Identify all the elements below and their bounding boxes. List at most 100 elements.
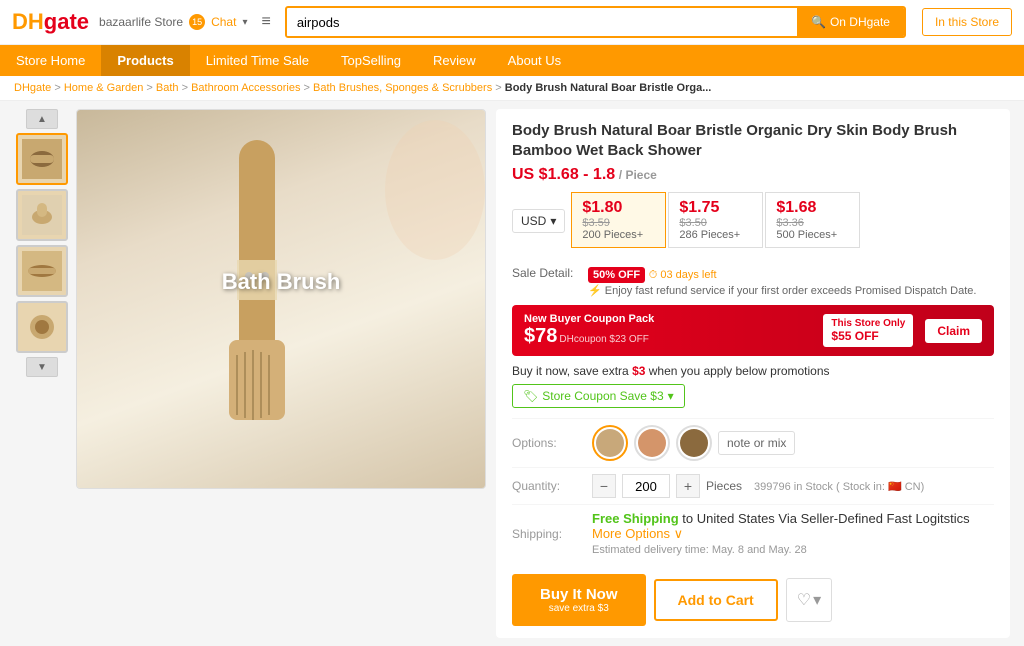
buy-now-button[interactable]: Buy It Now save extra $3	[512, 574, 646, 626]
refund-note: ⚡ Enjoy fast refund service if your firs…	[588, 284, 976, 297]
options-label: Options:	[512, 436, 582, 450]
nav-products[interactable]: Products	[101, 45, 189, 76]
wishlist-dropdown-icon: ▾	[813, 590, 821, 610]
price-tier-3[interactable]: $1.68 $3.36 500 Pieces+	[765, 192, 860, 248]
sale-label: Sale Detail:	[512, 266, 582, 280]
thumbnail-list: ▲ ▼	[14, 109, 70, 638]
option-color-1	[596, 429, 624, 457]
shipping-destination: to United States Via Seller-Defined Fast…	[682, 511, 969, 526]
quantity-label: Quantity:	[512, 479, 582, 493]
breadcrumb-home-garden[interactable]: Home & Garden	[64, 82, 143, 94]
nav-top-selling[interactable]: TopSelling	[325, 45, 417, 76]
search-store-button[interactable]: In this Store	[922, 8, 1012, 36]
price-tiers: $1.80 $3.59 200 Pieces+ $1.75 $3.50 286 …	[571, 192, 860, 248]
currency-selector[interactable]: USD ▾	[512, 209, 565, 233]
sale-discount-badge: 50% OFF	[588, 267, 645, 283]
dropdown-icon[interactable]: ▾	[242, 17, 247, 28]
currency-dropdown-icon: ▾	[550, 214, 556, 228]
quantity-increase-button[interactable]: +	[676, 474, 700, 498]
store-coupon-button[interactable]: 🏷 Store Coupon Save $3 ▾	[512, 384, 685, 408]
option-color-2	[638, 429, 666, 457]
quantity-unit: Pieces	[706, 479, 742, 493]
coupon-dhcoupon: DHcoupon $23 OFF	[559, 334, 649, 345]
breadcrumb-bathroom-accessories[interactable]: Bathroom Accessories	[191, 82, 300, 94]
shipping-info: Free Shipping to United States Via Selle…	[592, 511, 994, 556]
quantity-input[interactable]	[622, 474, 670, 498]
thumb-nav-up[interactable]: ▲	[26, 109, 58, 129]
tier-2-original: $3.50	[679, 217, 752, 229]
product-info-panel: Body Brush Natural Boar Bristle Organic …	[496, 109, 1010, 638]
option-color-3	[680, 429, 708, 457]
logo-gate: gate	[44, 9, 89, 34]
search-input[interactable]	[287, 9, 797, 36]
sale-detail-row: Sale Detail: 50% OFF ⏱ 03 days left ⚡ En…	[512, 266, 994, 297]
quantity-controls: − + Pieces 399796 in Stock ( Stock in: 🇨…	[592, 474, 924, 498]
price-unit: / Piece	[619, 168, 657, 182]
tier-2-price: $1.75	[679, 199, 752, 217]
breadcrumb-bath[interactable]: Bath	[156, 82, 179, 94]
wishlist-button[interactable]: ♡ ▾	[786, 578, 832, 622]
option-note-or-mix[interactable]: note or mix	[718, 431, 795, 455]
breadcrumb-bath-brushes[interactable]: Bath Brushes, Sponges & Scrubbers	[313, 82, 492, 94]
coupon-claim-button[interactable]: Claim	[925, 319, 982, 343]
coupon-title: New Buyer Coupon Pack	[524, 313, 654, 325]
refund-icon: ⚡	[588, 285, 602, 297]
quantity-decrease-button[interactable]: −	[592, 474, 616, 498]
nav-review[interactable]: Review	[417, 45, 492, 76]
main-product-image: Bath Brush	[76, 109, 486, 489]
coupon-store-badge: This Store Only $55 OFF	[823, 314, 913, 347]
tier-1-price: $1.80	[582, 199, 655, 217]
price-tier-2[interactable]: $1.75 $3.50 286 Pieces+	[668, 192, 763, 248]
tier-3-original: $3.36	[776, 217, 849, 229]
sale-info: 50% OFF ⏱ 03 days left ⚡ Enjoy fast refu…	[588, 266, 976, 297]
store-coupon-dropdown: ▾	[668, 389, 674, 403]
coupon-info: New Buyer Coupon Pack $78 DHcoupon $23 O…	[524, 313, 654, 348]
option-2[interactable]	[634, 425, 670, 461]
coupon-amount: $78	[524, 325, 557, 348]
store-coupon-icon: 🏷	[523, 389, 538, 403]
product-title: Body Brush Natural Boar Bristle Organic …	[512, 121, 994, 160]
menu-icon[interactable]: ≡	[257, 9, 274, 35]
add-to-cart-button[interactable]: Add to Cart	[654, 579, 778, 621]
header: DHgate bazaarlife Store 15 Chat ▾ ≡ 🔍 On…	[0, 0, 1024, 45]
tier-2-qty: 286 Pieces+	[679, 229, 752, 241]
shipping-free-text: Free Shipping	[592, 511, 679, 526]
action-buttons: Buy It Now save extra $3 Add to Cart ♡ ▾	[512, 562, 994, 626]
thumbnail-1[interactable]	[16, 133, 68, 185]
logo[interactable]: DHgate	[12, 9, 89, 35]
quantity-row: Quantity: − + Pieces 399796 in Stock ( S…	[512, 467, 994, 504]
coupon-box: New Buyer Coupon Pack $78 DHcoupon $23 O…	[512, 305, 994, 356]
thumbnail-2[interactable]	[16, 189, 68, 241]
save-promo-text: Buy it now, save extra $3 when you apply…	[512, 364, 994, 378]
breadcrumb: DHgate > Home & Garden > Bath > Bathroom…	[0, 76, 1024, 101]
nav-bar: Store Home Products Limited Time Sale To…	[0, 45, 1024, 76]
option-3[interactable]	[676, 425, 712, 461]
shipping-more-options[interactable]: More Options ∨	[592, 526, 683, 541]
shipping-label: Shipping:	[512, 527, 582, 541]
option-1[interactable]	[592, 425, 628, 461]
shipping-estimate: Estimated delivery time: May. 8 and May.…	[592, 544, 994, 556]
nav-limited-time-sale[interactable]: Limited Time Sale	[190, 45, 325, 76]
thumbnail-4[interactable]	[16, 301, 68, 353]
price-range-value: US $1.68 - 1.8	[512, 166, 615, 183]
sale-timer: ⏱ 03 days left	[649, 269, 717, 281]
main-content: ▲ ▼	[0, 101, 1024, 646]
tier-1-qty: 200 Pieces+	[582, 229, 655, 241]
nav-about-us[interactable]: About Us	[492, 45, 577, 76]
breadcrumb-dhgate[interactable]: DHgate	[14, 82, 51, 94]
person-silhouette	[285, 110, 485, 489]
tier-1-original: $3.59	[582, 217, 655, 229]
tier-3-qty: 500 Pieces+	[776, 229, 849, 241]
thumb-nav-down[interactable]: ▼	[26, 357, 58, 377]
thumbnail-3[interactable]	[16, 245, 68, 297]
nav-store-home[interactable]: Store Home	[0, 45, 101, 76]
price-range: US $1.68 - 1.8 / Piece	[512, 166, 994, 184]
options-row: Options: note or mix	[512, 418, 994, 467]
options-list: note or mix	[592, 425, 795, 461]
chat-label[interactable]: Chat	[211, 15, 236, 29]
search-dhgate-button[interactable]: 🔍 On DHgate	[797, 8, 904, 36]
store-name: bazaarlife Store	[99, 15, 183, 29]
search-icon: 🔍	[811, 15, 826, 29]
store-info: bazaarlife Store 15 Chat ▾	[99, 14, 247, 30]
price-tier-1[interactable]: $1.80 $3.59 200 Pieces+	[571, 192, 666, 248]
